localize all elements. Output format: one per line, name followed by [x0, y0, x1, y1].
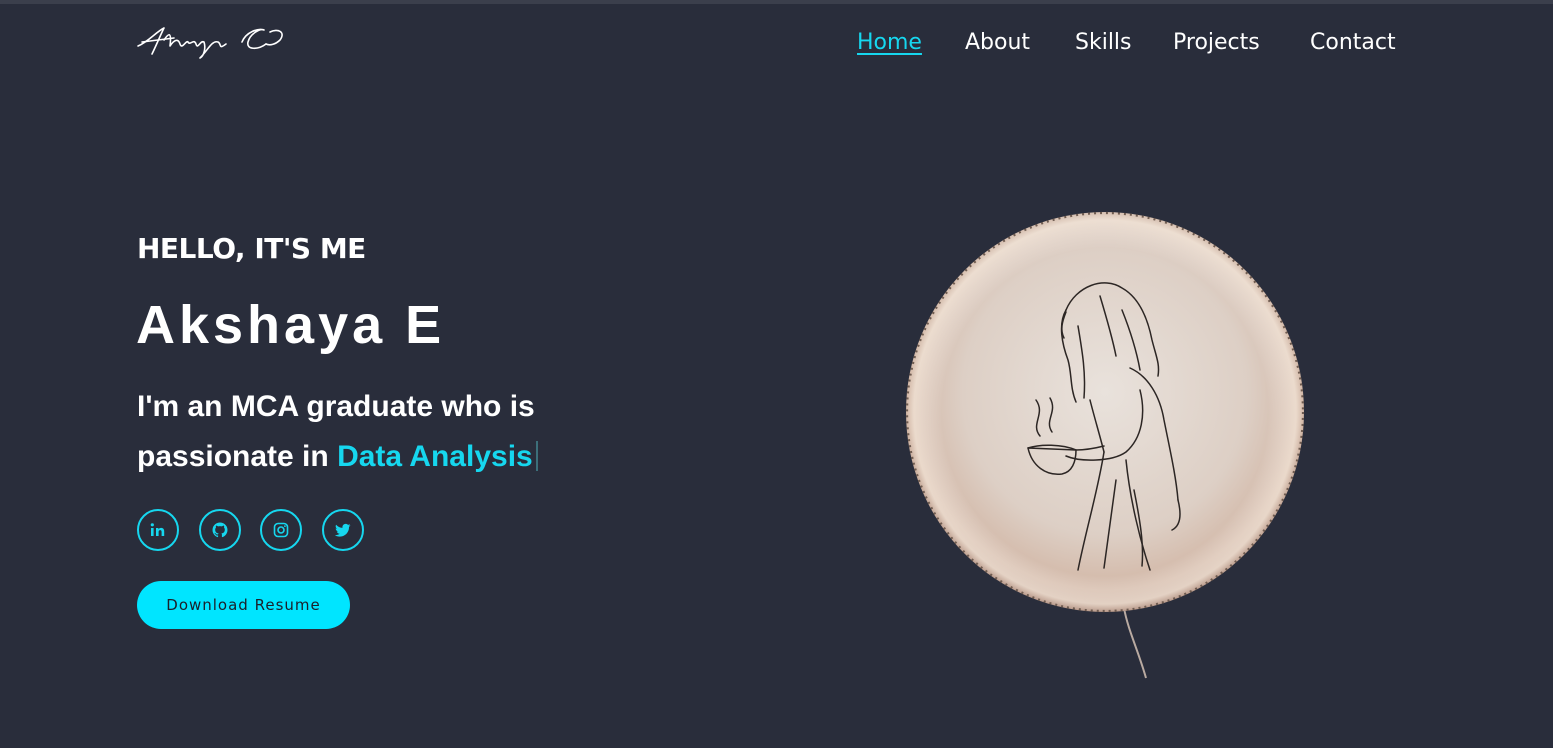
twitter-icon — [334, 523, 351, 537]
typed-text-highlight: Data Analysis — [337, 440, 533, 473]
hero-description: I'm an MCA graduate who is passionate in… — [137, 382, 538, 482]
linkedin-icon — [150, 523, 165, 536]
main-nav: Home About Skills Projects Contact — [0, 28, 1553, 60]
nav-link-contact[interactable]: Contact — [1310, 28, 1396, 58]
nav-link-home[interactable]: Home — [857, 28, 922, 58]
hero-description-line1: I'm an MCA graduate who is — [137, 390, 535, 423]
nav-link-projects[interactable]: Projects — [1173, 28, 1260, 58]
github-icon — [212, 522, 228, 538]
profile-illustration — [905, 211, 1305, 679]
nav-link-skills[interactable]: Skills — [1075, 28, 1132, 58]
hero-name: Akshaya E — [136, 295, 446, 355]
twitter-link[interactable] — [322, 509, 364, 551]
instagram-icon — [273, 522, 289, 538]
instagram-link[interactable] — [260, 509, 302, 551]
download-resume-button[interactable]: Download Resume — [137, 581, 350, 629]
typing-cursor — [535, 441, 538, 471]
hero-description-line2: passionate in Data Analysis — [137, 432, 538, 482]
hero-greeting: HELLO, IT'S ME — [137, 232, 366, 265]
nav-link-about[interactable]: About — [965, 28, 1030, 58]
github-link[interactable] — [199, 509, 241, 551]
hero-description-prefix: passionate in — [137, 440, 338, 473]
linkedin-link[interactable] — [137, 509, 179, 551]
window-top-strip — [0, 0, 1553, 4]
